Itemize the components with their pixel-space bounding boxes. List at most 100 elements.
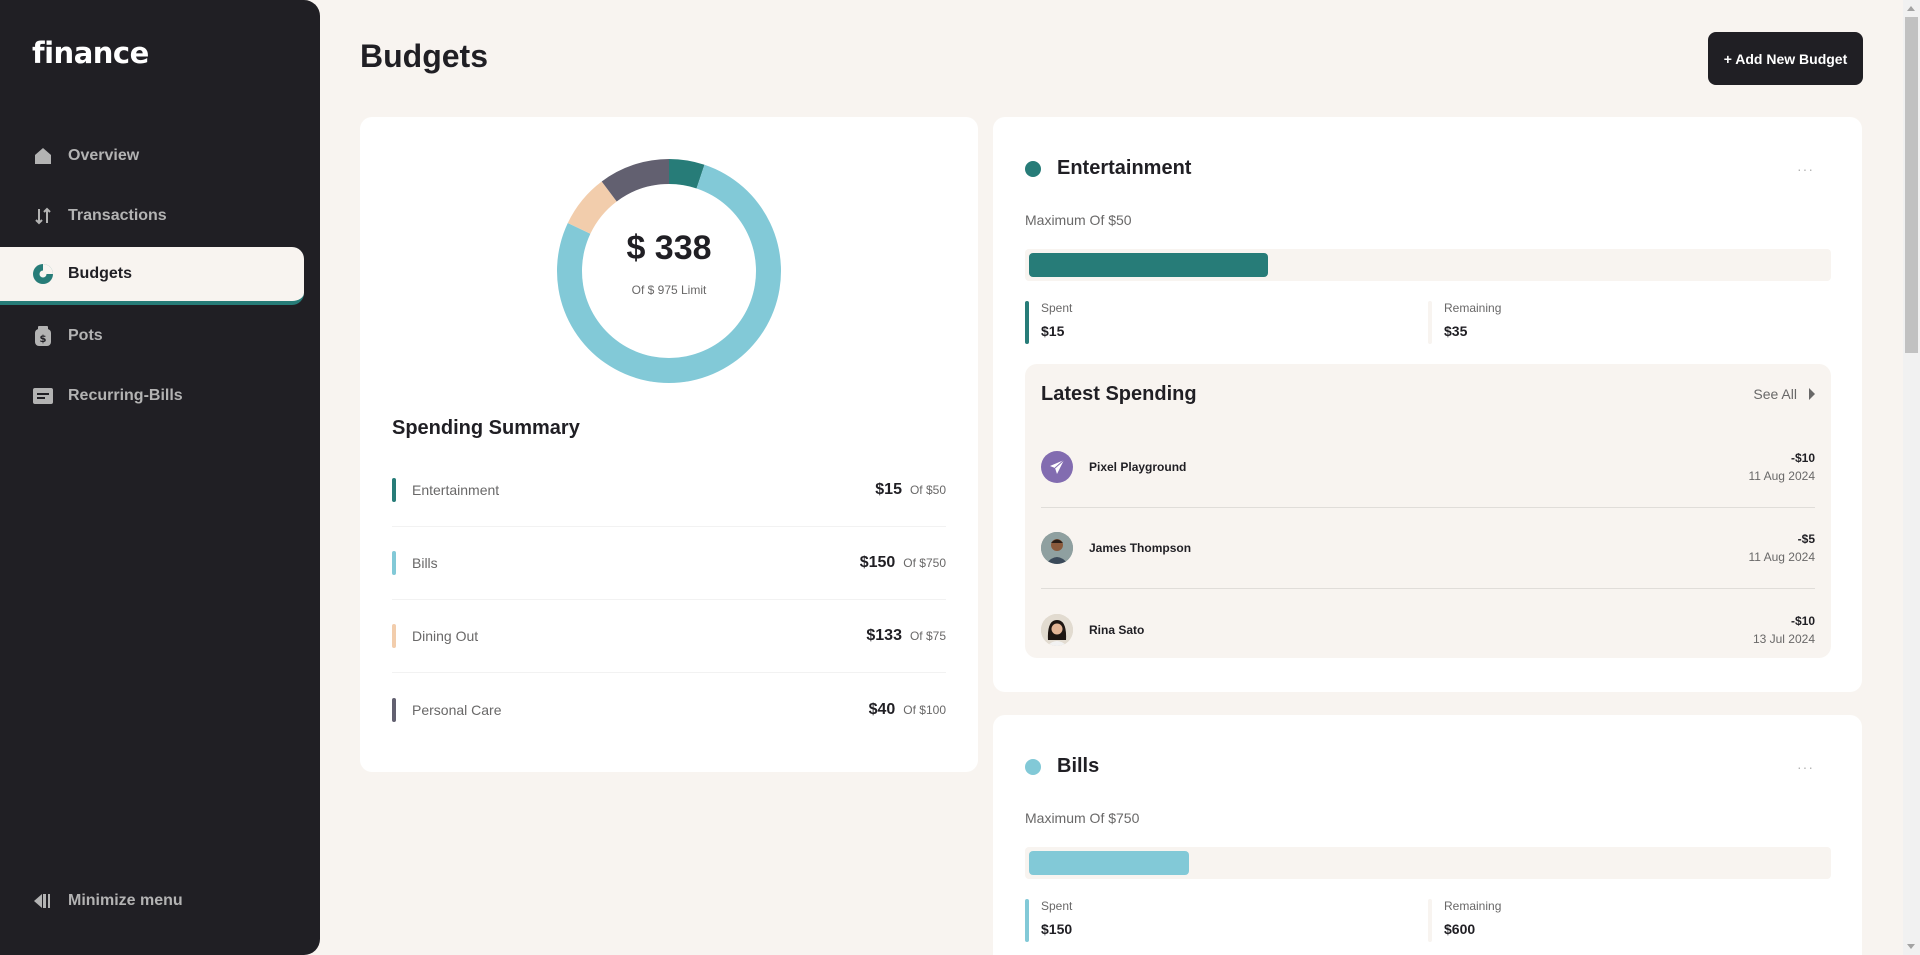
transaction-name: Pixel Playground <box>1089 460 1187 474</box>
transaction-date: 11 Aug 2024 <box>1748 550 1815 564</box>
remaining-color-bar <box>1428 301 1432 344</box>
summary-row-entertainment: Entertainment $15 Of $50 <box>392 454 946 527</box>
scroll-down-arrow-icon[interactable] <box>1907 944 1915 949</box>
category-color-bar <box>392 624 396 648</box>
budget-progress-track <box>1025 249 1831 281</box>
budget-color-dot <box>1025 160 1041 177</box>
more-options-icon[interactable]: ··· <box>1797 759 1814 775</box>
sidebar-item-label: Recurring-Bills <box>68 387 183 404</box>
spent-color-bar <box>1025 301 1029 344</box>
minimize-menu-button[interactable]: Minimize menu <box>32 890 183 912</box>
category-color-bar <box>392 697 396 722</box>
remaining-value: $600 <box>1444 921 1476 937</box>
app-logo: finance <box>32 36 149 70</box>
summary-row-personal-care: Personal Care $40 Of $100 <box>392 673 946 746</box>
spent-label: Spent <box>1041 899 1073 913</box>
spent-value: $15 <box>1041 323 1065 339</box>
donut-total-spent: $ 338 <box>626 229 712 267</box>
transaction-row: Rina Sato -$10 13 Jul 2024 <box>1041 589 1815 670</box>
home-icon <box>32 145 54 167</box>
transaction-date: 13 Jul 2024 <box>1752 631 1815 646</box>
sidebar-item-label: Transactions <box>68 207 167 224</box>
summary-spent: $40 <box>868 700 896 718</box>
transaction-name: James Thompson <box>1089 541 1192 555</box>
donut-inner-hole <box>588 190 750 352</box>
scroll-up-arrow-icon[interactable] <box>1907 6 1915 11</box>
budget-name: Bills <box>1057 755 1100 777</box>
minimize-menu-label: Minimize menu <box>68 892 183 909</box>
receipt-icon <box>32 385 54 407</box>
arrows-updown-icon <box>32 205 54 227</box>
budget-card-entertainment: Entertainment ··· Maximum Of $50 Spent $… <box>993 117 1862 692</box>
summary-category-name: Bills <box>412 555 438 571</box>
sidebar-item-overview[interactable]: Overview <box>0 127 304 185</box>
spent-label: Spent <box>1041 301 1073 315</box>
summary-row-bills: Bills $150 Of $750 <box>392 527 946 600</box>
budget-remaining: Remaining $35 <box>1428 301 1501 344</box>
remaining-label: Remaining <box>1444 301 1502 315</box>
sidebar-item-label: Budgets <box>68 265 132 282</box>
sidebar-item-label: Pots <box>68 327 103 344</box>
sidebar-item-label: Overview <box>68 147 140 164</box>
see-all-link[interactable]: See All <box>1753 386 1815 402</box>
add-new-budget-button[interactable]: + Add New Budget <box>1708 32 1863 85</box>
sidebar-item-pots[interactable]: $ Pots <box>0 307 304 365</box>
latest-spending-panel: Latest Spending See All Pixel Playground… <box>1025 364 1831 658</box>
sidebar-item-recurring-bills[interactable]: Recurring-Bills <box>0 367 304 425</box>
spent-value: $150 <box>1041 921 1073 937</box>
budget-spent: Spent $150 <box>1025 899 1072 942</box>
pie-chart-icon <box>32 263 54 285</box>
sidebar-item-budgets[interactable]: Budgets <box>0 247 304 305</box>
page-scrollbar[interactable] <box>1903 0 1920 955</box>
spent-color-bar <box>1025 899 1029 942</box>
spending-summary-card: $ 338 Of $ 975 Limit Spending Summary En… <box>360 117 978 772</box>
see-all-label: See All <box>1753 386 1797 402</box>
budget-header: Bills <box>1025 755 1099 778</box>
budget-name: Entertainment <box>1057 157 1192 179</box>
summary-category-name: Dining Out <box>412 628 479 644</box>
caret-right-icon <box>1809 388 1815 400</box>
transaction-amount: -$10 <box>1790 451 1815 465</box>
jar-icon: $ <box>32 325 54 347</box>
summary-category-name: Personal Care <box>412 701 502 718</box>
budget-progress-fill <box>1029 253 1268 277</box>
summary-category-name: Entertainment <box>412 482 500 498</box>
category-color-bar <box>392 478 396 502</box>
transaction-row: Pixel Playground -$10 11 Aug 2024 <box>1041 427 1815 508</box>
budget-maximum: Maximum Of $50 <box>1025 212 1132 228</box>
scrollbar-thumb[interactable] <box>1905 17 1918 353</box>
budget-progress-track <box>1025 847 1831 879</box>
budget-header: Entertainment <box>1025 157 1191 180</box>
budget-maximum: Maximum Of $750 <box>1025 810 1140 826</box>
category-color-bar <box>392 551 396 575</box>
budget-spent: Spent $15 <box>1025 301 1072 344</box>
summary-spent: $15 <box>875 481 902 498</box>
transaction-amount: -$5 <box>1797 532 1815 546</box>
summary-max: Of $750 <box>903 556 946 570</box>
spending-summary-title: Spending Summary <box>392 417 580 439</box>
sidebar-item-transactions[interactable]: Transactions <box>0 187 304 245</box>
budget-color-dot <box>1025 758 1041 775</box>
latest-spending-title: Latest Spending <box>1041 383 1197 405</box>
sidebar: finance Overview Transactions Budgets $ … <box>0 0 320 955</box>
summary-max: Of $100 <box>903 702 946 717</box>
summary-row-dining-out: Dining Out $133 Of $75 <box>392 600 946 673</box>
budget-donut-chart: $ 338 Of $ 975 Limit <box>555 157 783 385</box>
donut-svg <box>557 159 781 383</box>
budget-progress-fill <box>1029 851 1189 875</box>
transaction-date: 11 Aug 2024 <box>1748 469 1815 483</box>
more-options-icon[interactable]: ··· <box>1797 161 1814 177</box>
donut-limit-label: Of $ 975 Limit <box>631 283 707 297</box>
transaction-amount: -$10 <box>1790 613 1815 628</box>
summary-max: Of $75 <box>909 629 946 643</box>
remaining-color-bar <box>1428 899 1432 942</box>
summary-max: Of $50 <box>909 483 946 497</box>
transaction-row: James Thompson -$5 11 Aug 2024 <box>1041 508 1815 589</box>
page-title: Budgets <box>360 38 488 74</box>
remaining-label: Remaining <box>1444 899 1502 913</box>
summary-spent: $150 <box>859 554 896 571</box>
remaining-value: $35 <box>1444 323 1468 339</box>
svg-text:$: $ <box>40 334 47 345</box>
avatar <box>1041 613 1073 646</box>
summary-spent: $133 <box>866 627 902 644</box>
